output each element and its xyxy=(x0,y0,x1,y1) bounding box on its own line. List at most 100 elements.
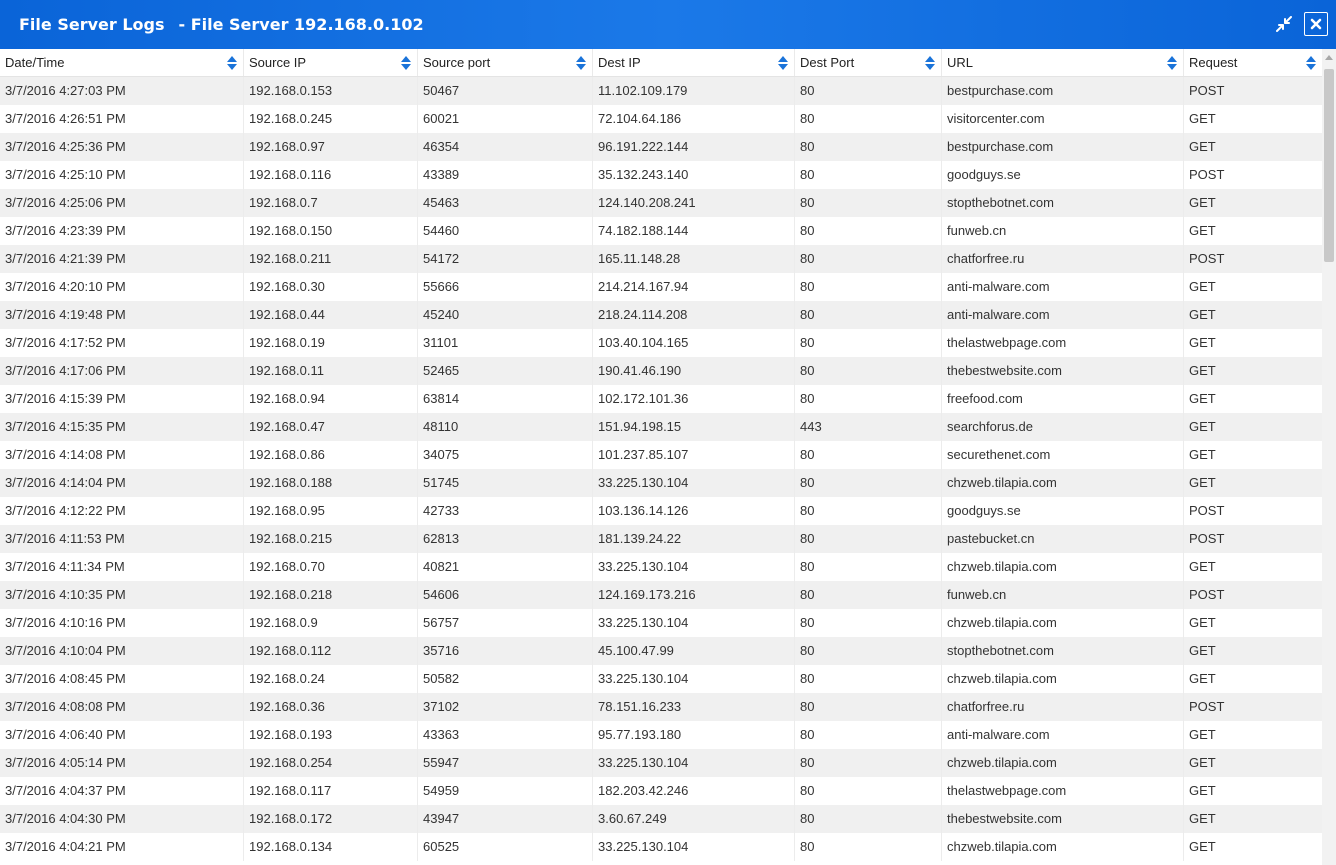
table-row[interactable]: 3/7/2016 4:14:04 PM 192.168.0.188 51745 33.… xyxy=(0,469,1322,497)
column-header-request[interactable]: Request xyxy=(1184,49,1322,76)
scroll-up-arrow-icon[interactable] xyxy=(1325,55,1333,60)
window-controls xyxy=(1273,12,1328,36)
cell-source-ip: 192.168.0.211 xyxy=(244,245,418,273)
cell-source-ip: 192.168.0.7 xyxy=(244,189,418,217)
column-header-source-port[interactable]: Source port xyxy=(418,49,593,76)
cell-dest-port: 80 xyxy=(795,105,942,133)
cell-date-time: 3/7/2016 4:25:06 PM xyxy=(0,189,244,217)
column-header-url[interactable]: URL xyxy=(942,49,1184,76)
cell-dest-port: 80 xyxy=(795,721,942,749)
cell-date-time: 3/7/2016 4:14:08 PM xyxy=(0,441,244,469)
cell-date-time: 3/7/2016 4:20:10 PM xyxy=(0,273,244,301)
table-row[interactable]: 3/7/2016 4:11:34 PM 192.168.0.70 40821 33.2… xyxy=(0,553,1322,581)
cell-date-time: 3/7/2016 4:12:22 PM xyxy=(0,497,244,525)
close-button[interactable] xyxy=(1304,12,1328,36)
cell-dest-port: 80 xyxy=(795,553,942,581)
cell-source-port: 43389 xyxy=(418,161,593,189)
cell-dest-ip: 95.77.193.180 xyxy=(593,721,795,749)
cell-source-ip: 192.168.0.153 xyxy=(244,77,418,105)
cell-request: GET xyxy=(1189,727,1216,742)
cell-date-time: 3/7/2016 4:15:35 PM xyxy=(0,413,244,441)
column-header-source-ip[interactable]: Source IP xyxy=(244,49,418,76)
cell-dest-ip: 181.139.24.22 xyxy=(593,525,795,553)
sort-icon[interactable] xyxy=(925,56,935,70)
table-row[interactable]: 3/7/2016 4:04:37 PM 192.168.0.117 54959 182… xyxy=(0,777,1322,805)
table-row[interactable]: 3/7/2016 4:14:08 PM 192.168.0.86 34075 101.… xyxy=(0,441,1322,469)
vertical-scrollbar[interactable] xyxy=(1322,49,1336,865)
cell-url: thebestwebsite.com xyxy=(942,805,1184,833)
sort-icon[interactable] xyxy=(576,56,586,70)
sort-icon[interactable] xyxy=(778,56,788,70)
table-row[interactable]: 3/7/2016 4:10:35 PM 192.168.0.218 54606 124… xyxy=(0,581,1322,609)
table-row[interactable]: 3/7/2016 4:17:06 PM 192.168.0.11 52465 190.… xyxy=(0,357,1322,385)
cell-date-time: 3/7/2016 4:17:52 PM xyxy=(0,329,244,357)
column-header-dest-ip[interactable]: Dest IP xyxy=(593,49,795,76)
cell-source-ip: 192.168.0.24 xyxy=(244,665,418,693)
cell-source-port: 51745 xyxy=(418,469,593,497)
cell-request: POST xyxy=(1189,587,1225,602)
table-row[interactable]: 3/7/2016 4:15:39 PM 192.168.0.94 63814 102.… xyxy=(0,385,1322,413)
table-row[interactable]: 3/7/2016 4:04:30 PM 192.168.0.172 43947 3.6… xyxy=(0,805,1322,833)
table-row[interactable]: 3/7/2016 4:11:53 PM 192.168.0.215 62813 181… xyxy=(0,525,1322,553)
table-row[interactable]: 3/7/2016 4:06:40 PM 192.168.0.193 43363 95.… xyxy=(0,721,1322,749)
table-row[interactable]: 3/7/2016 4:21:39 PM 192.168.0.211 54172 165… xyxy=(0,245,1322,273)
table-row[interactable]: 3/7/2016 4:05:14 PM 192.168.0.254 55947 33.… xyxy=(0,749,1322,777)
cell-request: GET xyxy=(1189,839,1216,854)
column-header-dest-port[interactable]: Dest Port xyxy=(795,49,942,76)
sort-icon[interactable] xyxy=(401,56,411,70)
table-row[interactable]: 3/7/2016 4:25:36 PM 192.168.0.97 46354 96.1… xyxy=(0,133,1322,161)
cell-dest-ip: 214.214.167.94 xyxy=(593,273,795,301)
scrollbar-thumb[interactable] xyxy=(1324,69,1334,262)
table-row[interactable]: 3/7/2016 4:20:10 PM 192.168.0.30 55666 214.… xyxy=(0,273,1322,301)
table-row[interactable]: 3/7/2016 4:23:39 PM 192.168.0.150 54460 74.… xyxy=(0,217,1322,245)
table-row[interactable]: 3/7/2016 4:17:52 PM 192.168.0.19 31101 103.… xyxy=(0,329,1322,357)
table-row[interactable]: 3/7/2016 4:10:04 PM 192.168.0.112 35716 45.… xyxy=(0,637,1322,665)
cell-source-port: 48110 xyxy=(418,413,593,441)
cell-source-ip: 192.168.0.193 xyxy=(244,721,418,749)
cell-source-port: 54606 xyxy=(418,581,593,609)
table-row[interactable]: 3/7/2016 4:04:21 PM 192.168.0.134 60525 33.… xyxy=(0,833,1322,861)
table-row[interactable]: 3/7/2016 4:10:16 PM 192.168.0.9 56757 33.22… xyxy=(0,609,1322,637)
cell-dest-port: 80 xyxy=(795,581,942,609)
minimize-button[interactable] xyxy=(1273,13,1295,35)
cell-source-port: 34075 xyxy=(418,441,593,469)
cell-source-ip: 192.168.0.215 xyxy=(244,525,418,553)
cell-source-port: 37102 xyxy=(418,693,593,721)
table-row[interactable]: 3/7/2016 4:26:51 PM 192.168.0.245 60021 72.… xyxy=(0,105,1322,133)
cell-dest-port: 80 xyxy=(795,217,942,245)
cell-source-port: 43947 xyxy=(418,805,593,833)
cell-url: funweb.cn xyxy=(942,217,1184,245)
sort-icon[interactable] xyxy=(227,56,237,70)
cell-url: chzweb.tilapia.com xyxy=(942,833,1184,861)
cell-dest-port: 80 xyxy=(795,665,942,693)
table-row[interactable]: 3/7/2016 4:08:08 PM 192.168.0.36 37102 78.1… xyxy=(0,693,1322,721)
cell-dest-ip: 3.60.67.249 xyxy=(593,805,795,833)
cell-request: GET xyxy=(1189,419,1216,434)
table-row[interactable]: 3/7/2016 4:27:03 PM 192.168.0.153 50467 11.… xyxy=(0,77,1322,105)
cell-url: funweb.cn xyxy=(942,581,1184,609)
cell-source-port: 62813 xyxy=(418,525,593,553)
cell-url: freefood.com xyxy=(942,385,1184,413)
column-header-label: Dest IP xyxy=(598,55,641,70)
table-row[interactable]: 3/7/2016 4:19:48 PM 192.168.0.44 45240 218.… xyxy=(0,301,1322,329)
table-row[interactable]: 3/7/2016 4:25:06 PM 192.168.0.7 45463 124.1… xyxy=(0,189,1322,217)
cell-request: POST xyxy=(1189,503,1225,518)
cell-dest-ip: 74.182.188.144 xyxy=(593,217,795,245)
column-header-date-time[interactable]: Date/Time xyxy=(0,49,244,76)
table-row[interactable]: 3/7/2016 4:25:10 PM 192.168.0.116 43389 35.… xyxy=(0,161,1322,189)
sort-icon[interactable] xyxy=(1167,56,1177,70)
table-row[interactable]: 3/7/2016 4:12:22 PM 192.168.0.95 42733 103.… xyxy=(0,497,1322,525)
cell-url: thelastwebpage.com xyxy=(942,777,1184,805)
cell-request: GET xyxy=(1189,559,1216,574)
cell-source-ip: 192.168.0.47 xyxy=(244,413,418,441)
table-row[interactable]: 3/7/2016 4:08:45 PM 192.168.0.24 50582 33.2… xyxy=(0,665,1322,693)
cell-dest-port: 80 xyxy=(795,833,942,861)
cell-date-time: 3/7/2016 4:27:03 PM xyxy=(0,77,244,105)
sort-icon[interactable] xyxy=(1306,56,1316,70)
cell-url: chatforfree.ru xyxy=(942,693,1184,721)
cell-dest-ip: 124.169.173.216 xyxy=(593,581,795,609)
cell-url: thelastwebpage.com xyxy=(942,329,1184,357)
cell-request: GET xyxy=(1189,811,1216,826)
cell-dest-ip: 11.102.109.179 xyxy=(593,77,795,105)
table-row[interactable]: 3/7/2016 4:15:35 PM 192.168.0.47 48110 151.… xyxy=(0,413,1322,441)
